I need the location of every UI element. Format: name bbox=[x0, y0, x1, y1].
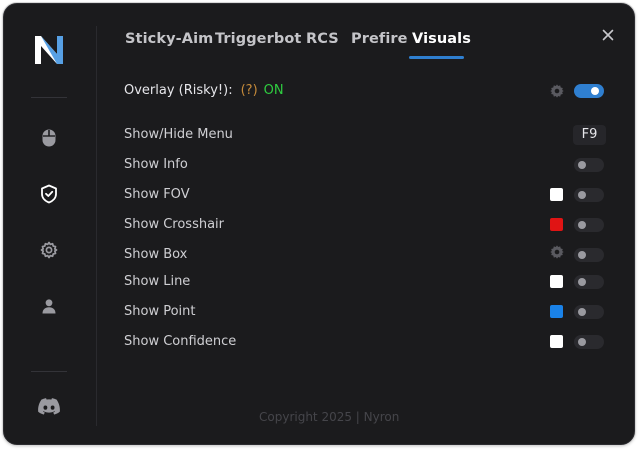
option-label-show-box: Show Box bbox=[124, 247, 188, 262]
show-fov-toggle[interactable] bbox=[574, 188, 604, 202]
tab-prefire[interactable]: Prefire bbox=[351, 31, 408, 47]
point-color-swatch[interactable] bbox=[550, 305, 563, 318]
sidebar-item-account[interactable] bbox=[35, 292, 63, 320]
nyron-logo bbox=[32, 32, 66, 68]
show-line-toggle[interactable] bbox=[574, 275, 604, 289]
overlay-toggle[interactable] bbox=[574, 84, 604, 98]
gear-icon bbox=[550, 245, 564, 259]
option-label-show-crosshair: Show Crosshair bbox=[124, 217, 225, 232]
show-box-toggle[interactable] bbox=[574, 248, 604, 262]
option-label-show-info: Show Info bbox=[124, 157, 188, 172]
overlay-row: Overlay (Risky!): (?) ON bbox=[124, 83, 284, 98]
tab-visuals[interactable]: Visuals bbox=[412, 31, 471, 47]
overlay-status: ON bbox=[263, 83, 284, 98]
gear-icon bbox=[40, 241, 58, 259]
user-icon bbox=[42, 299, 56, 314]
line-color-swatch[interactable] bbox=[550, 275, 563, 288]
sidebar-item-discord[interactable] bbox=[35, 392, 63, 420]
show-crosshair-toggle[interactable] bbox=[574, 218, 604, 232]
option-label-show-fov: Show FOV bbox=[124, 187, 190, 202]
app-window: Sticky-Aim Triggerbot RCS Prefire Visual… bbox=[3, 3, 635, 445]
overlay-settings-button[interactable] bbox=[549, 83, 565, 99]
show-info-toggle[interactable] bbox=[574, 158, 604, 172]
confidence-color-swatch[interactable] bbox=[550, 335, 563, 348]
sidebar-item-mouse[interactable] bbox=[35, 124, 63, 152]
active-tab-indicator bbox=[409, 56, 464, 59]
overlay-help[interactable]: (?) bbox=[241, 83, 258, 98]
sidebar bbox=[4, 4, 96, 444]
close-button[interactable] bbox=[599, 26, 617, 44]
tab-triggerbot[interactable]: Triggerbot bbox=[215, 31, 301, 47]
gear-icon bbox=[550, 84, 564, 98]
box-settings-button[interactable] bbox=[549, 244, 565, 260]
discord-icon bbox=[38, 397, 60, 415]
crosshair-color-swatch[interactable] bbox=[550, 218, 563, 231]
shield-check-icon bbox=[41, 184, 57, 204]
show-point-toggle[interactable] bbox=[574, 305, 604, 319]
sidebar-item-settings[interactable] bbox=[35, 236, 63, 264]
menu-keybind-button[interactable]: F9 bbox=[573, 125, 606, 145]
sidebar-item-visuals[interactable] bbox=[35, 180, 63, 208]
sidebar-separator bbox=[31, 371, 67, 372]
tab-rcs[interactable]: RCS bbox=[306, 31, 339, 47]
sidebar-separator bbox=[31, 97, 67, 98]
toggle-knob bbox=[591, 87, 599, 95]
fov-color-swatch[interactable] bbox=[550, 188, 563, 201]
show-confidence-toggle[interactable] bbox=[574, 335, 604, 349]
close-icon bbox=[602, 29, 614, 41]
option-label-show-line: Show Line bbox=[124, 274, 191, 289]
option-label-show-hide-menu: Show/Hide Menu bbox=[124, 127, 233, 142]
option-label-show-point: Show Point bbox=[124, 304, 196, 319]
tab-sticky-aim[interactable]: Sticky-Aim bbox=[125, 31, 213, 47]
option-label-show-confidence: Show Confidence bbox=[124, 334, 237, 349]
mouse-icon bbox=[42, 129, 56, 147]
copyright-text: Copyright 2025 | Nyron bbox=[259, 410, 400, 424]
sidebar-divider bbox=[96, 26, 97, 426]
overlay-label: Overlay (Risky!): bbox=[124, 83, 233, 98]
